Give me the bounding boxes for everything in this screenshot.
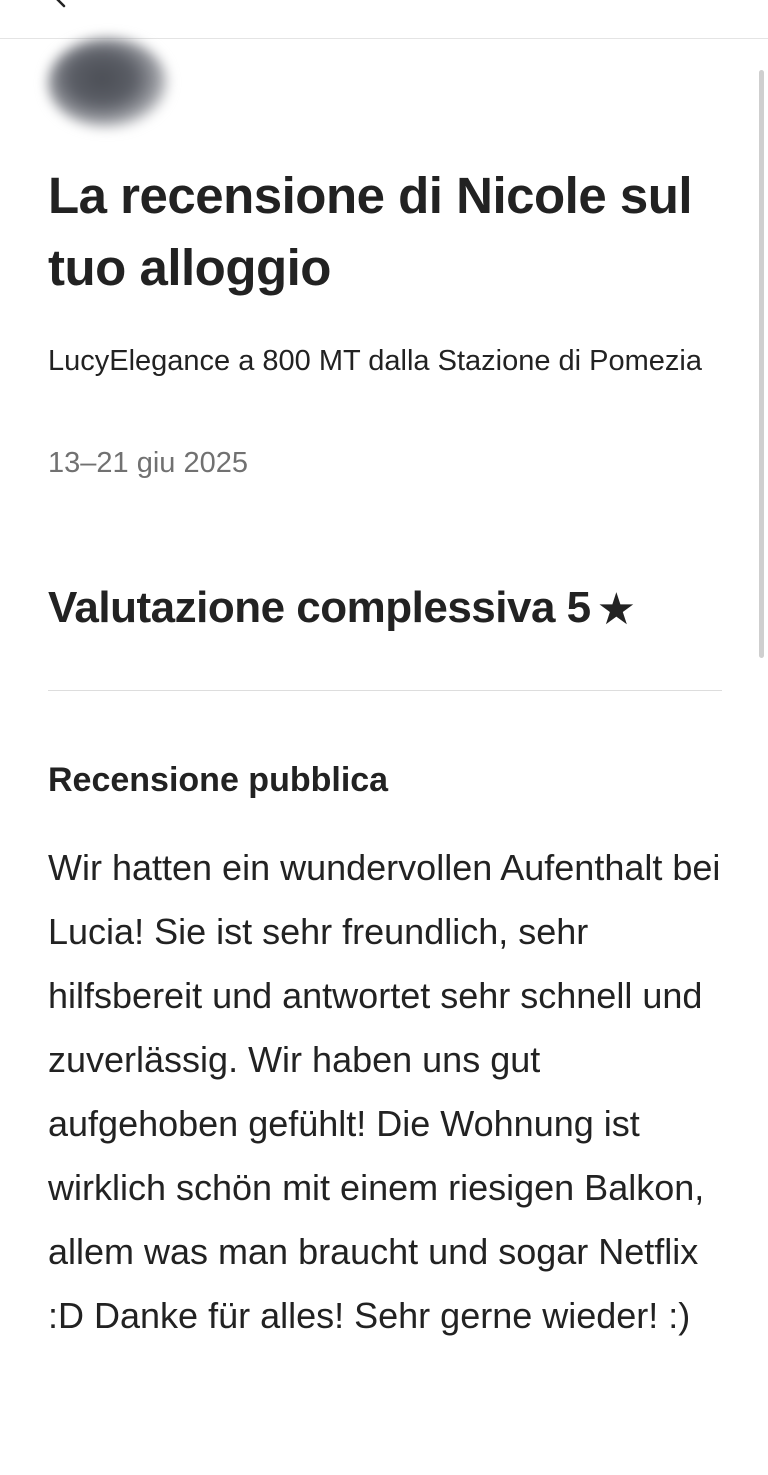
overall-rating-label: Valutazione complessiva 5: [48, 583, 591, 632]
public-review-text: Wir hatten ein wundervollen Aufenthalt b…: [48, 847, 721, 1336]
page-title: La recensione di Nicole sul tuo alloggio: [48, 167, 693, 296]
listing-name: LucyElegance a 800 MT dalla Stazione di …: [48, 345, 702, 377]
public-review-heading: Recensione pubblica: [48, 761, 389, 799]
overall-rating: Valutazione complessiva 5 ★: [48, 578, 636, 640]
avatar-image-blurred: [48, 38, 168, 128]
arrow-left-icon: [56, 0, 66, 8]
scrollbar[interactable]: [759, 70, 764, 658]
back-arrow-icon[interactable]: [46, 0, 76, 12]
avatar[interactable]: [38, 28, 178, 138]
stay-dates: 13–21 giu 2025: [48, 447, 248, 479]
section-divider: [48, 690, 722, 691]
star-icon: ★: [596, 585, 636, 634]
